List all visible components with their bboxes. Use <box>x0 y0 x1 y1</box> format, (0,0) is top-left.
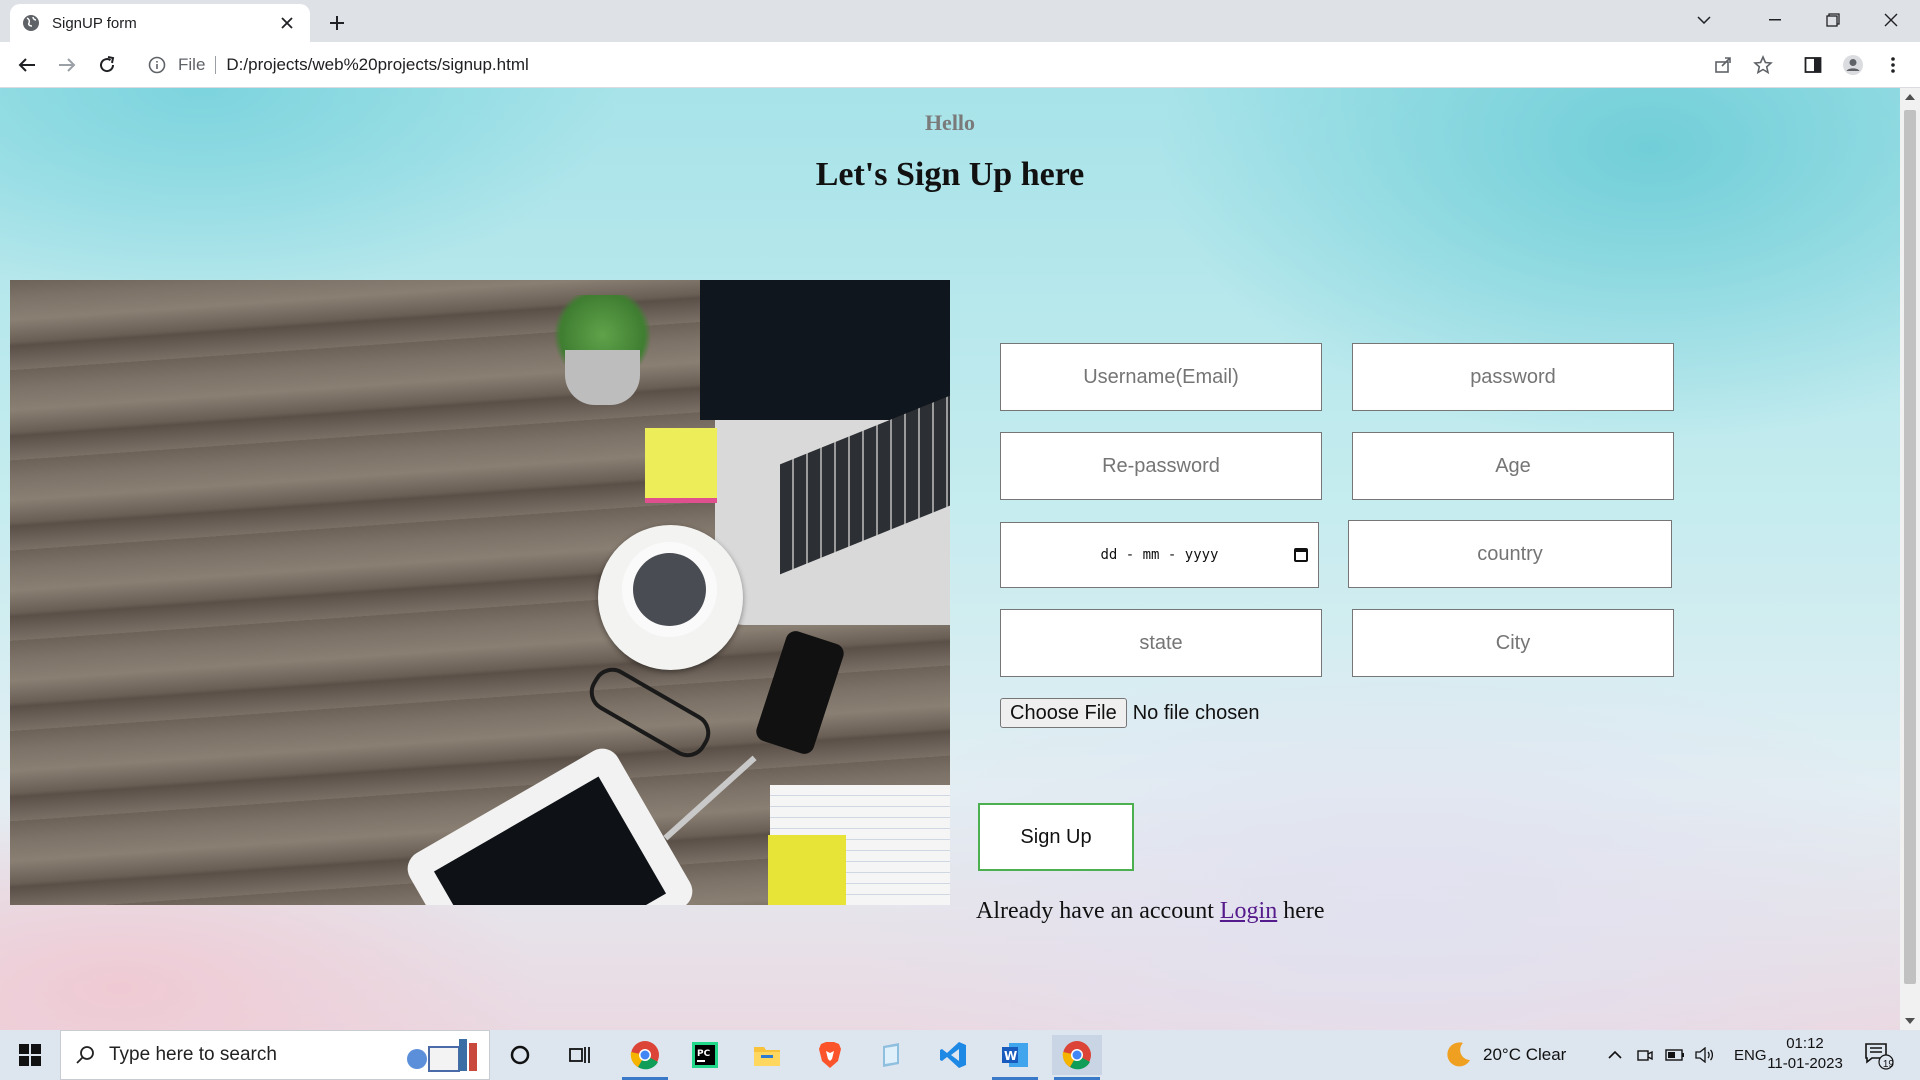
back-arrow-icon[interactable] <box>12 50 42 80</box>
date-placeholder: dd - mm - yyyy <box>1100 547 1219 563</box>
search-placeholder: Type here to search <box>109 1044 277 1065</box>
menu-kebab-icon[interactable] <box>1878 50 1908 80</box>
system-tray: ENG <box>1600 1030 1767 1080</box>
notepad-icon[interactable] <box>867 1035 917 1075</box>
country-input[interactable]: country <box>1348 520 1672 588</box>
search-highlight-icon <box>407 1039 477 1072</box>
share-icon[interactable] <box>1708 50 1738 80</box>
sign-up-button[interactable]: Sign Up <box>978 803 1134 871</box>
side-panel-icon[interactable] <box>1798 50 1828 80</box>
reload-icon[interactable] <box>92 50 122 80</box>
battery-icon[interactable] <box>1660 1049 1690 1061</box>
password-input[interactable]: password <box>1352 343 1674 411</box>
notification-center-icon[interactable]: 19 <box>1862 1040 1896 1072</box>
address-url[interactable]: D:/projects/web%20projects/signup.html <box>226 55 528 75</box>
repassword-input[interactable]: Re-password <box>1000 432 1322 500</box>
window-controls <box>1680 0 1920 40</box>
taskbar-search-box[interactable]: Type here to search <box>60 1030 490 1080</box>
search-icon <box>75 1044 97 1066</box>
minimize-icon[interactable] <box>1746 0 1804 40</box>
login-prompt-before: Already have an account <box>976 898 1220 924</box>
calendar-icon[interactable] <box>1294 548 1308 562</box>
moon-weather-icon <box>1447 1042 1470 1067</box>
task-view-icon[interactable] <box>555 1035 605 1075</box>
address-scheme: File <box>178 55 206 74</box>
language-indicator[interactable]: ENG <box>1734 1047 1767 1064</box>
login-prompt-after: here <box>1277 898 1325 924</box>
phone-shape <box>753 628 847 757</box>
login-link[interactable]: Login <box>1220 898 1277 924</box>
restore-icon[interactable] <box>1804 0 1862 40</box>
sticky-note-shape <box>645 428 717 503</box>
clock-date: 11-01-2023 <box>1767 1055 1843 1072</box>
volume-icon[interactable] <box>1690 1047 1720 1063</box>
tab-signup-form[interactable]: SignUP form <box>10 4 310 42</box>
laptop-screen-shape <box>700 280 950 420</box>
tab-strip: SignUP form <box>0 0 1920 42</box>
scroll-thumb[interactable] <box>1904 110 1916 984</box>
weather-text: 20°C Clear <box>1483 1045 1567 1064</box>
word-icon[interactable]: W <box>990 1035 1040 1080</box>
address-bar[interactable]: File D:/projects/web%20projects/signup.h… <box>138 48 1738 82</box>
notification-count: 19 <box>1882 1059 1894 1070</box>
taskbar-clock[interactable]: 01:12 11-01-2023 <box>1765 1034 1845 1074</box>
login-prompt: Already have an account Login here <box>976 898 1325 925</box>
pycharm-icon[interactable]: PC <box>680 1035 730 1075</box>
windows-start-icon[interactable] <box>10 1030 50 1080</box>
tray-overflow-chevron-icon[interactable] <box>1600 1051 1630 1059</box>
forward-arrow-icon[interactable] <box>52 50 82 80</box>
scroll-down-arrow-icon[interactable] <box>1905 1018 1915 1024</box>
pen-shape <box>663 755 757 841</box>
desk-photo <box>10 280 950 905</box>
address-separator <box>215 56 217 74</box>
windows-taskbar: Type here to search PC W 20°C Clear ENG … <box>0 1030 1920 1080</box>
page-heading: Let's Sign Up here <box>815 156 1085 193</box>
globe-icon <box>22 14 40 32</box>
plant-pot-shape <box>565 350 640 405</box>
city-input[interactable]: City <box>1352 609 1674 677</box>
close-tab-icon[interactable] <box>276 12 298 34</box>
file-upload: Choose File No file chosen <box>1000 698 1259 728</box>
chrome-icon[interactable] <box>620 1035 670 1080</box>
choose-file-button[interactable]: Choose File <box>1000 698 1127 728</box>
chrome-active-icon[interactable] <box>1052 1035 1102 1080</box>
state-input[interactable]: state <box>1000 609 1322 677</box>
scroll-up-arrow-icon[interactable] <box>1905 94 1915 100</box>
username-email-input[interactable]: Username(Email) <box>1000 343 1322 411</box>
greeting-text: Hello <box>924 110 976 135</box>
file-explorer-icon[interactable] <box>742 1035 792 1075</box>
brave-icon[interactable] <box>805 1035 855 1075</box>
info-icon[interactable] <box>148 55 168 75</box>
close-window-icon[interactable] <box>1862 0 1920 40</box>
browser-toolbar: File D:/projects/web%20projects/signup.h… <box>0 42 1920 88</box>
new-tab-button[interactable] <box>322 8 352 38</box>
weather-widget[interactable]: 20°C Clear <box>1443 1030 1566 1080</box>
page-viewport: Hello Let's Sign Up here Username(Email)… <box>0 88 1900 1030</box>
file-status-text: No file chosen <box>1132 701 1260 724</box>
age-input[interactable]: Age <box>1352 432 1674 500</box>
tab-search-chevron-icon[interactable] <box>1680 0 1728 40</box>
vscode-icon[interactable] <box>928 1035 978 1075</box>
cortana-icon[interactable] <box>495 1035 545 1075</box>
svg-text:PC: PC <box>697 1049 711 1059</box>
svg-text:W: W <box>1004 1049 1017 1063</box>
yellow-note-shape <box>768 835 846 905</box>
bookmark-star-icon[interactable] <box>1748 50 1778 80</box>
vertical-scrollbar[interactable] <box>1900 88 1920 1030</box>
tab-title: SignUP form <box>52 14 137 32</box>
profile-avatar-icon[interactable] <box>1838 50 1868 80</box>
date-of-birth-input[interactable]: dd - mm - yyyy <box>1000 522 1319 588</box>
clock-time: 01:12 <box>1786 1035 1824 1052</box>
meet-now-icon[interactable] <box>1630 1047 1660 1063</box>
coffee-shape <box>633 553 706 626</box>
